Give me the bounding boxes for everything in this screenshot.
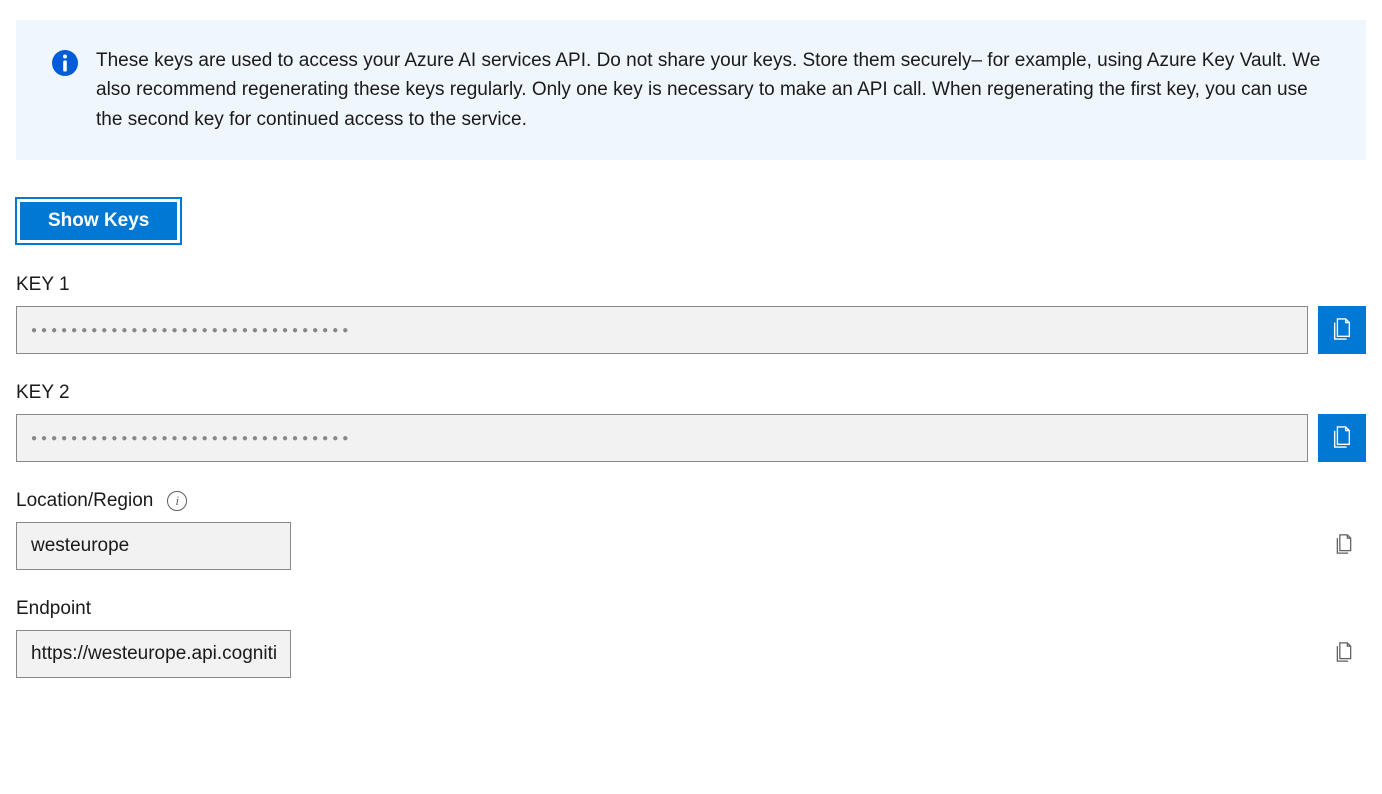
show-keys-button[interactable]: Show Keys [20,202,177,240]
info-banner: These keys are used to access your Azure… [16,20,1366,160]
copy-icon [1331,316,1353,345]
copy-key1-button[interactable] [1318,306,1366,354]
copy-icon [1334,543,1354,560]
location-label: Location/Region i [16,490,1366,512]
key1-label: KEY 1 [16,274,1366,296]
key1-field-group: KEY 1 [16,274,1366,354]
copy-location-button[interactable] [1334,532,1354,560]
endpoint-label: Endpoint [16,598,1366,620]
key2-label: KEY 2 [16,382,1366,404]
location-label-text: Location/Region [16,490,153,512]
location-field-group: Location/Region i [16,490,1366,570]
copy-endpoint-button[interactable] [1334,640,1354,668]
endpoint-field-group: Endpoint [16,598,1366,678]
copy-icon [1334,651,1354,668]
key2-input[interactable] [16,414,1308,462]
info-banner-text: These keys are used to access your Azure… [96,46,1330,134]
copy-icon [1331,424,1353,453]
copy-key2-button[interactable] [1318,414,1366,462]
info-icon [52,50,78,76]
location-input[interactable] [16,522,291,570]
key1-input[interactable] [16,306,1308,354]
key2-field-group: KEY 2 [16,382,1366,462]
info-hint-icon[interactable]: i [167,491,187,511]
endpoint-input[interactable] [16,630,291,678]
